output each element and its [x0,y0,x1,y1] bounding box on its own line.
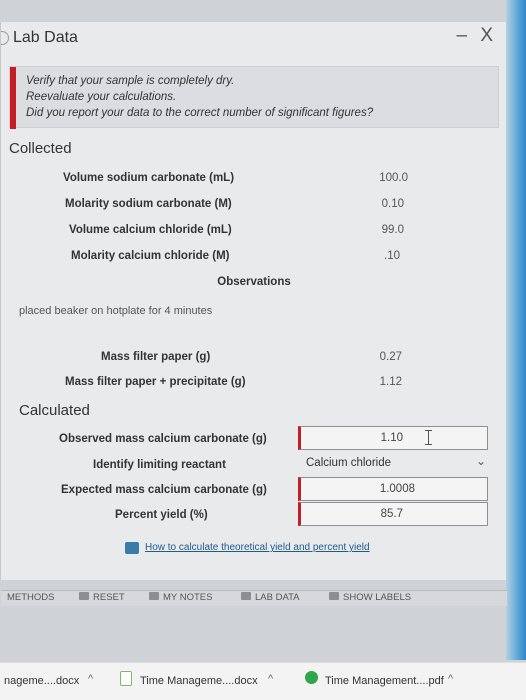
collected-heading: Collected [9,140,72,157]
percent-yield-input[interactable]: 85.7 [298,502,488,526]
observations-title: Observations [217,276,291,288]
mass-filter-paper-precipitate-label: Mass filter paper + precipitate (g) [65,376,246,388]
download-item-2[interactable]: Time Manageme....docx [140,675,258,687]
feedback-alert: Verify that your sample is completely dr… [9,66,499,129]
observed-mass-label: Observed mass calcium carbonate (g) [59,433,267,445]
limiting-reactant-label: Identify limiting reactant [93,459,226,471]
chevron-down-icon: ⌄ [475,454,486,468]
download-item-3[interactable]: Time Management....pdf [325,675,444,687]
chevron-up-icon[interactable]: ^ [268,673,273,685]
lab-data-label: LAB DATA [255,592,300,603]
my-notes-label: MY NOTES [163,592,213,603]
limiting-reactant-select[interactable]: Calcium chloride ⌄ [298,452,490,476]
help-link-row[interactable]: How to calculate theoretical yield and p… [125,539,370,557]
molarity-sodium-carbonate-label: Molarity sodium carbonate (M) [65,198,232,210]
observed-mass-value: 1.10 [380,432,403,444]
show-labels-label: SHOW LABELS [343,592,412,603]
volume-sodium-carbonate-value: 100.0 [379,172,408,184]
panel-tab-icon [1,31,9,45]
molarity-calcium-chloride-value: .10 [384,250,400,262]
molarity-calcium-chloride-label: Molarity calcium chloride (M) [71,250,230,262]
alert-line-2: Reevaluate your calculations. [26,91,177,103]
minimize-close-controls[interactable]: – X [456,25,497,47]
help-link[interactable]: How to calculate theoretical yield and p… [145,542,370,553]
alert-line-1: Verify that your sample is completely dr… [26,75,235,87]
alert-indicator [10,67,16,129]
molarity-sodium-carbonate-value: 0.10 [381,198,404,210]
lab-data-button[interactable]: LAB DATA [241,592,300,603]
flask-icon [241,592,251,600]
mass-filter-paper-value: 0.27 [379,351,402,363]
expected-mass-label: Expected mass calcium carbonate (g) [61,484,267,496]
expected-mass-value: 1.0008 [379,483,415,495]
volume-sodium-carbonate-label: Volume sodium carbonate (mL) [63,172,235,184]
title-bar: Lab Data – X [1,22,507,56]
text-cursor-icon [425,430,432,445]
observations-text: placed beaker on hotplate for 4 minutes [19,305,213,317]
observed-mass-input[interactable]: 1.10 [298,426,488,450]
my-notes-button[interactable]: MY NOTES [149,592,212,603]
reset-button[interactable]: RESET [79,592,125,603]
docx-file-icon [120,671,132,686]
desktop-edge [506,0,526,660]
percent-yield-value: 85.7 [380,508,403,520]
expected-mass-input[interactable]: 1.0008 [298,477,488,501]
chevron-up-icon[interactable]: ^ [88,673,93,685]
reset-icon [79,592,89,600]
download-item-1[interactable]: nageme....docx [4,675,79,687]
label-icon [329,592,339,600]
calculated-heading: Calculated [19,402,90,419]
chevron-up-icon[interactable]: ^ [448,673,453,685]
mass-filter-paper-label: Mass filter paper (g) [101,351,211,363]
volume-calcium-chloride-value: 99.0 [381,224,404,236]
alert-line-3: Did you report your data to the correct … [26,107,374,119]
limiting-reactant-value: Calcium chloride [306,457,392,469]
panel-title: Lab Data [13,29,78,46]
notes-icon [149,592,159,600]
pdf-file-icon [305,671,318,684]
mass-filter-paper-precipitate-value: 1.12 [379,376,402,388]
lab-data-panel: Lab Data – X Verify that your sample is … [0,22,507,606]
video-icon [125,541,139,554]
downloads-bar: nageme....docx ^ Time Manageme....docx ^… [0,662,526,700]
reset-label: RESET [93,592,125,603]
percent-yield-label: Percent yield (%) [115,509,208,521]
volume-calcium-chloride-label: Volume calcium chloride (mL) [69,224,232,236]
methods-button[interactable]: METHODS [7,592,55,603]
show-labels-button[interactable]: SHOW LABELS [329,592,411,603]
bottom-toolbar: METHODS RESET MY NOTES LAB DATA SHOW LAB… [1,590,507,606]
